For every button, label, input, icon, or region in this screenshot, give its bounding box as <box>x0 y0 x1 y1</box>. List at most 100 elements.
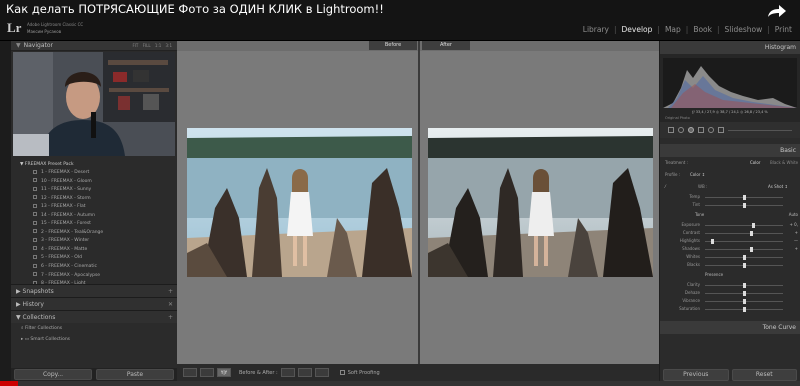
add-collection-icon[interactable]: + <box>168 311 173 324</box>
slider-knob[interactable] <box>742 262 746 268</box>
preset-item[interactable]: 6 - FREEMAX - Cinematic <box>11 263 177 272</box>
history-header[interactable]: ▶ History ✕ <box>11 297 177 310</box>
smart-collections-folder[interactable]: ▸ ▭ Smart Collections <box>11 334 177 345</box>
video-title[interactable]: Как делать ПОТРЯСАЮЩИЕ Фото за ОДИН КЛИК… <box>6 2 384 16</box>
module-slideshow[interactable]: Slideshow <box>725 25 763 34</box>
module-print[interactable]: Print <box>775 25 792 34</box>
previous-button[interactable]: Previous <box>663 369 729 381</box>
swap-before-after-icon[interactable] <box>314 368 329 377</box>
preset-item[interactable]: 7 - FREEMAX - Apocalypse <box>11 272 177 281</box>
original-photo-label: Original Photo <box>665 116 690 120</box>
tool-slider[interactable] <box>728 129 792 131</box>
slider-track[interactable] <box>705 306 783 312</box>
copy-button[interactable]: Copy... <box>14 369 92 380</box>
loupe-view-icon[interactable] <box>183 368 197 377</box>
preset-icon <box>33 195 37 200</box>
slider-track[interactable] <box>705 298 783 304</box>
preset-folder[interactable]: ▼ FREEMAX Preset Pack <box>11 160 177 169</box>
slider-knob[interactable] <box>742 194 746 200</box>
module-library[interactable]: Library <box>583 25 609 34</box>
slider-knob[interactable] <box>711 238 715 244</box>
spot-removal-icon[interactable] <box>678 127 684 133</box>
right-panel: Histogram ƒ/ 33,4 / 27,9 ◎ 38,7 / 24,1 ◎… <box>660 41 800 386</box>
red-eye-icon[interactable] <box>688 127 694 133</box>
radial-filter-icon[interactable] <box>708 127 714 133</box>
preset-item[interactable]: 4 - FREEMAX - Matte <box>11 246 177 255</box>
snapshots-header[interactable]: ▶ Snapshots + <box>11 284 177 297</box>
slider-knob[interactable] <box>750 246 754 252</box>
slider-row: Saturation <box>660 305 800 313</box>
slider-track[interactable] <box>705 230 783 236</box>
slider-track[interactable] <box>705 282 783 288</box>
navigator-zoom-options[interactable]: FIT FILL 1:1 3:1 <box>132 41 172 51</box>
slider-knob[interactable] <box>742 298 746 304</box>
basic-header[interactable]: Basic <box>660 144 800 157</box>
crop-tool-icon[interactable] <box>668 127 674 133</box>
adjustment-brush-icon[interactable] <box>718 127 724 133</box>
preset-icon <box>33 186 37 191</box>
filter-collections-field[interactable]: ⌕ Filter Collections <box>11 323 177 334</box>
preset-label: 6 - FREEMAX - Cinematic <box>41 264 97 270</box>
slider-track[interactable] <box>705 262 783 268</box>
collections-header[interactable]: ▼ Collections + <box>11 310 177 323</box>
after-photo[interactable] <box>428 128 653 277</box>
slider-knob[interactable] <box>742 282 746 288</box>
slider-row: Vibrance <box>660 297 800 305</box>
wb-dropdown[interactable]: As Shot ↕ <box>768 181 788 193</box>
profile-dropdown[interactable]: Color ↕ <box>690 169 705 181</box>
slider-knob[interactable] <box>742 254 746 260</box>
preset-item[interactable]: 14 - FREEMAX - Autumn <box>11 212 177 221</box>
auto-tone-button[interactable]: Auto <box>789 209 798 221</box>
graduated-filter-icon[interactable] <box>698 127 704 133</box>
preset-item[interactable]: 13 - FREEMAX - Flat <box>11 203 177 212</box>
preset-icon <box>33 263 37 268</box>
preset-label: 7 - FREEMAX - Apocalypse <box>41 272 101 278</box>
preset-item[interactable]: 2 - FREEMAX - Teal&Orange <box>11 229 177 238</box>
slider-track[interactable] <box>705 246 783 252</box>
share-icon[interactable] <box>766 3 788 19</box>
slider-knob[interactable] <box>750 230 754 236</box>
slider-knob[interactable] <box>751 222 755 228</box>
slider-track[interactable] <box>705 222 783 228</box>
histogram-header[interactable]: Histogram <box>660 41 800 54</box>
before-photo[interactable] <box>187 128 412 277</box>
slider-knob[interactable] <box>742 290 746 296</box>
slider-track[interactable] <box>705 194 783 200</box>
slider-row: Exposure + 0, <box>660 221 800 229</box>
preset-item[interactable]: 11 - FREEMAX - Sunny <box>11 186 177 195</box>
preset-item[interactable]: 1 - FREEMAX - Desert <box>11 169 177 178</box>
slider-row: Clarity <box>660 281 800 289</box>
wb-sliders: Temp Tint <box>660 193 800 209</box>
preset-item[interactable]: 10 - FREEMAX - Gloom <box>11 178 177 187</box>
video-progress-bar[interactable] <box>0 381 800 386</box>
presence-label: Presence <box>705 272 724 277</box>
reset-button[interactable]: Reset <box>731 369 797 381</box>
module-map[interactable]: Map <box>665 25 681 34</box>
preset-item[interactable]: 3 - FREEMAX - Winter <box>11 237 177 246</box>
copy-before-to-after-icon[interactable] <box>280 368 295 377</box>
slider-track[interactable] <box>705 290 783 296</box>
module-book[interactable]: Book <box>693 25 712 34</box>
preset-item[interactable]: 5 - FREEMAX - Old <box>11 254 177 263</box>
copy-after-to-before-icon[interactable] <box>297 368 312 377</box>
treatment-color-option[interactable]: Color <box>750 157 760 169</box>
tone-curve-header[interactable]: Tone Curve <box>660 321 800 334</box>
preset-item[interactable]: 15 - FREEMAX - Forest <box>11 220 177 229</box>
module-develop[interactable]: Develop <box>622 25 653 34</box>
slider-track[interactable] <box>705 202 783 208</box>
eyedropper-icon[interactable]: ⁄ <box>665 184 666 189</box>
navigator-preview-webcam <box>13 52 175 156</box>
paste-button[interactable]: Paste <box>96 369 174 380</box>
soft-proofing-checkbox[interactable] <box>339 370 345 375</box>
slider-label: Shadows <box>682 246 700 251</box>
yy-view-icon[interactable]: Y|Y <box>217 368 231 377</box>
slider-knob[interactable] <box>742 202 746 208</box>
before-after-view-icon[interactable] <box>200 368 214 377</box>
slider-track[interactable] <box>705 254 783 260</box>
slider-track[interactable] <box>705 238 783 244</box>
preset-item[interactable]: 12 - FREEMAX - Storm <box>11 195 177 204</box>
navigator-header[interactable]: ▼ Navigator FIT FILL 1:1 3:1 <box>11 41 177 51</box>
view-divider <box>418 41 420 364</box>
slider-knob[interactable] <box>742 306 746 312</box>
treatment-bw-option[interactable]: Black & White <box>770 157 798 169</box>
